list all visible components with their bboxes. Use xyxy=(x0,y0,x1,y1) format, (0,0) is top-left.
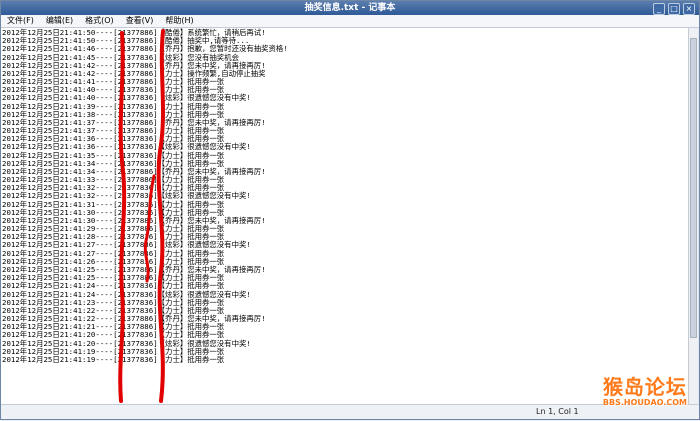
watermark-url: BBS.HOUDAO.COM xyxy=(602,398,687,407)
window-controls: _ □ × xyxy=(653,3,695,15)
text-editor[interactable]: 2012年12月25日21:41:50----[21377886]【酷倦】系统繁… xyxy=(1,28,689,406)
vertical-scrollbar[interactable] xyxy=(688,28,698,406)
log-lines: 2012年12月25日21:41:50----[21377886]【酷倦】系统繁… xyxy=(2,28,288,364)
menu-view[interactable]: 查看(V) xyxy=(120,15,160,27)
minimize-button[interactable]: _ xyxy=(653,3,665,15)
menu-edit[interactable]: 编辑(E) xyxy=(40,15,79,27)
watermark-logo: 猴岛论坛 xyxy=(602,375,687,399)
title-bar[interactable]: 抽奖信息.txt - 记事本 _ □ × xyxy=(1,1,699,15)
menu-help[interactable]: 帮助(H) xyxy=(159,15,199,27)
window-title: 抽奖信息.txt - 记事本 xyxy=(304,3,396,13)
maximize-button[interactable]: □ xyxy=(668,3,680,15)
log-line: 2012年12月25日21:41:19----[21377836]【力士】抵用券… xyxy=(2,354,225,364)
menu-bar: 文件(F) 编辑(E) 格式(O) 查看(V) 帮助(H) xyxy=(1,15,699,28)
close-button[interactable]: × xyxy=(683,3,695,15)
status-bar: Ln 1, Col 1 xyxy=(1,404,699,419)
notepad-window: 抽奖信息.txt - 记事本 _ □ × 文件(F) 编辑(E) 格式(O) 查… xyxy=(0,0,700,420)
cursor-position: Ln 1, Col 1 xyxy=(536,407,579,416)
forum-watermark: 猴岛论坛 BBS.HOUDAO.COM xyxy=(603,376,687,407)
menu-file[interactable]: 文件(F) xyxy=(1,15,40,27)
scrollbar-thumb[interactable] xyxy=(690,38,697,338)
menu-format[interactable]: 格式(O) xyxy=(79,15,120,27)
